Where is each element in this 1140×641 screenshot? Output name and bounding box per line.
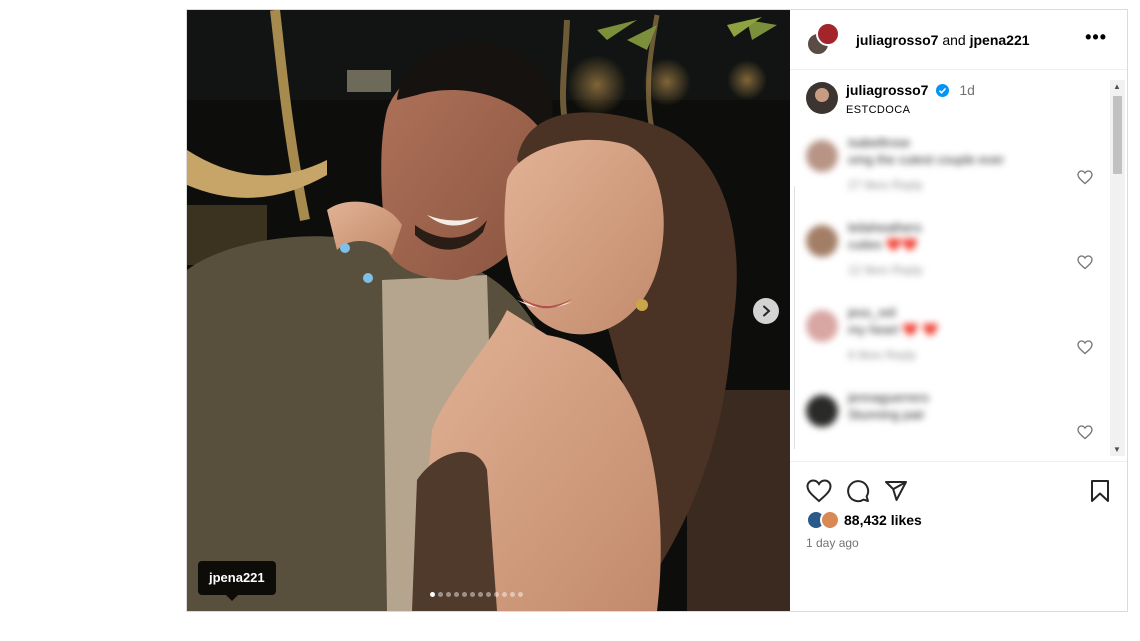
comment-user[interactable]: isabellrose <box>848 134 1048 151</box>
save-bookmark-icon[interactable] <box>1089 479 1111 503</box>
carousel-dot <box>430 592 435 597</box>
comment-text: cuties ❤️❤️ <box>848 237 918 252</box>
header-connector: and <box>942 31 966 48</box>
comment-body: jennaguerrero Stunning pair <box>848 389 1048 449</box>
avatar[interactable] <box>806 82 838 114</box>
more-options-button[interactable]: ••• <box>1085 28 1107 46</box>
header-user-link[interactable]: juliagrosso7 <box>856 32 938 48</box>
carousel-dot <box>486 592 491 597</box>
post-sidebar: juliagrosso7 and jpena221 ••• juliagross… <box>790 10 1127 611</box>
carousel-dots <box>430 592 523 597</box>
carousel-dot <box>478 592 483 597</box>
avatar <box>816 21 840 46</box>
collab-names: juliagrosso7 and jpena221 <box>856 32 1030 48</box>
collab-avatars[interactable] <box>806 21 842 58</box>
comment-meta[interactable]: 27 likes Reply <box>848 178 1048 192</box>
avatar[interactable] <box>806 310 838 342</box>
action-icons <box>790 462 1127 508</box>
comment-text: omg the cutest couple ever <box>848 152 1005 167</box>
comments-list[interactable]: isabellrose omg the cutest couple ever 27 … <box>790 134 1127 449</box>
carousel-dot <box>494 592 499 597</box>
comment-like-icon[interactable] <box>1077 340 1093 355</box>
carousel-dot <box>510 592 515 597</box>
next-photo-button[interactable] <box>753 298 779 324</box>
comment-icon[interactable] <box>846 479 870 503</box>
post-photo[interactable]: jpena221 <box>187 10 790 611</box>
post-actions: 88,432 likes 1 day ago <box>790 461 1127 611</box>
post-modal: jpena221 juliagrosso7 and jpena221 ••• j… <box>186 9 1128 612</box>
carousel-dot <box>462 592 467 597</box>
carousel-dot <box>438 592 443 597</box>
scroll-down-icon[interactable]: ▼ <box>1113 445 1121 454</box>
carousel-dot <box>470 592 475 597</box>
comment-like-icon[interactable] <box>1077 255 1093 270</box>
comments-scrollbar[interactable]: ▲ ▼ <box>1110 80 1125 456</box>
comment-body: leilaheathers cuties ❤️❤️ 12 likes Reply <box>848 219 1048 304</box>
post-header: juliagrosso7 and jpena221 ••• <box>790 10 1127 70</box>
post-date[interactable]: 1 day ago <box>790 530 1127 550</box>
carousel-dot <box>446 592 451 597</box>
user-tag[interactable]: jpena221 <box>198 561 276 601</box>
avatar <box>820 510 840 530</box>
comment-text: Stunning pair <box>848 407 925 422</box>
comment-meta[interactable]: 6 likes Reply <box>848 348 1048 362</box>
scrollbar-thumb[interactable] <box>1113 96 1122 174</box>
comment-item: jennaguerrero Stunning pair <box>806 389 1127 449</box>
likes-count[interactable]: 88,432 likes <box>844 512 922 528</box>
likes-row[interactable]: 88,432 likes <box>790 508 1127 530</box>
comment-body: jess_reil my heart ❤️ ❤️ 6 likes Reply <box>848 304 1048 389</box>
caption-username[interactable]: juliagrosso7 <box>846 82 928 98</box>
caption-text: ESTCDOCA <box>846 104 911 116</box>
header-user-link[interactable]: jpena221 <box>970 32 1030 48</box>
comment-user[interactable]: jess_reil <box>848 304 1048 321</box>
verified-badge-icon <box>935 84 949 97</box>
like-heart-icon[interactable] <box>806 479 832 503</box>
carousel-dot <box>454 592 459 597</box>
photo-scene <box>187 10 790 611</box>
comment-meta[interactable]: 12 likes Reply <box>848 263 1048 277</box>
chevron-right-icon <box>763 305 771 317</box>
carousel-dot <box>502 592 507 597</box>
avatar[interactable] <box>806 395 838 427</box>
comment-like-icon[interactable] <box>1077 425 1093 440</box>
caption: juliagrosso7 1d ESTCDOCA <box>790 70 1127 134</box>
carousel-dot <box>518 592 523 597</box>
comment-text: my heart ❤️ ❤️ <box>848 322 939 337</box>
scroll-up-icon[interactable]: ▲ <box>1113 82 1121 91</box>
post-time[interactable]: 1d <box>959 82 975 98</box>
caption-body: juliagrosso7 1d ESTCDOCA <box>846 82 975 116</box>
comment-like-icon[interactable] <box>1077 170 1093 185</box>
avatar[interactable] <box>806 225 838 257</box>
comment-body: isabellrose omg the cutest couple ever 27 … <box>848 134 1048 219</box>
avatar[interactable] <box>806 140 838 172</box>
share-icon[interactable] <box>884 479 908 503</box>
comment-user[interactable]: leilaheathers <box>848 219 1048 236</box>
comment-user[interactable]: jennaguerrero <box>848 389 1048 406</box>
